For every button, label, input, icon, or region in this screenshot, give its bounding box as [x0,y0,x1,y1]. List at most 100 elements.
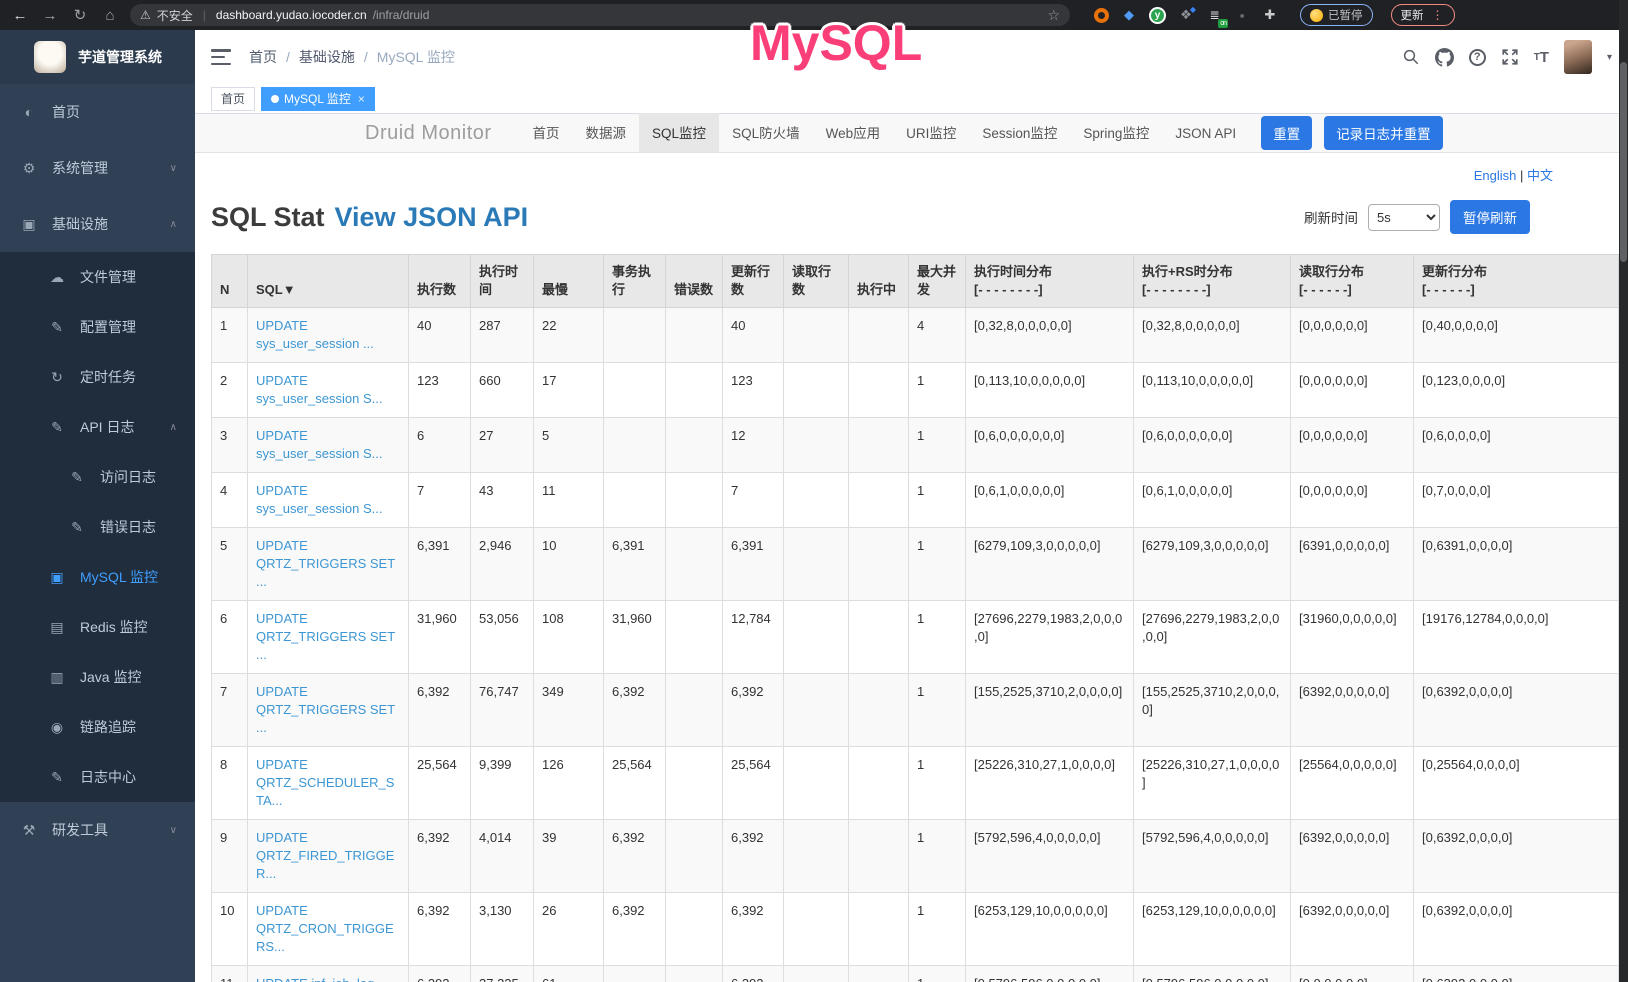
sql-link[interactable]: UPDATE QRTZ_TRIGGERS SET ... [256,611,395,662]
scrollbar-thumb[interactable] [1620,62,1627,262]
sidebar-item[interactable]: ⚒研发工具∨ [0,802,195,858]
druid-nav-item[interactable]: 数据源 [573,113,640,152]
pause-refresh-button[interactable]: 暂停刷新 [1450,200,1530,234]
chevron-down-icon[interactable]: ▾ [1607,52,1612,63]
sidebar-item[interactable]: ✎访问日志 [0,452,195,502]
log-and-reset-button[interactable]: 记录日志并重置 [1324,116,1443,150]
sidebar-item[interactable]: ✎API 日志∧ [0,402,195,452]
column-header[interactable]: 事务执行 [604,255,666,308]
column-header[interactable]: 执行+RS时分布[- - - - - - - -] [1134,255,1291,308]
sql-link[interactable]: UPDATE sys_user_session S... [256,428,382,461]
extension-icon[interactable]: ◆ [1121,7,1137,23]
column-header[interactable]: 最大并发 [909,255,966,308]
chrome-update-button[interactable]: 更新 ⋮ [1391,4,1455,26]
column-header[interactable]: 更新行数 [723,255,784,308]
github-icon[interactable] [1435,48,1454,67]
view-tag[interactable]: 首页 [211,87,255,111]
sql-link[interactable]: UPDATE QRTZ_SCHEDULER_STA... [256,757,394,808]
url-bar[interactable]: ⚠ 不安全 | dashboard.yudao.iocoder.cn/infra… [130,4,1070,26]
sidebar-item[interactable]: ✎错误日志 [0,502,195,552]
sidebar-item[interactable]: ☁文件管理 [0,252,195,302]
page-scrollbar[interactable] [1619,0,1628,982]
druid-nav-item[interactable]: Web应用 [813,113,894,152]
close-icon[interactable]: × [358,92,365,106]
sql-link[interactable]: UPDATE QRTZ_CRON_TRIGGERS... [256,903,394,954]
sql-link[interactable]: UPDATE sys_user_session S... [256,483,382,516]
druid-nav-item[interactable]: 首页 [520,113,573,152]
help-icon[interactable]: ? [1469,49,1486,66]
forward-icon[interactable]: → [40,7,60,24]
table-cell [849,528,909,601]
sql-link[interactable]: UPDATE QRTZ_TRIGGERS SET ... [256,538,395,589]
profile-paused-pill[interactable]: 已暂停 [1300,4,1373,26]
extension-icon[interactable]: ≣on [1206,7,1222,23]
view-json-api-link[interactable]: View JSON API [335,202,529,233]
sql-link[interactable]: UPDATE sys_user_session ... [256,318,374,351]
extension-icon[interactable] [1094,8,1109,23]
breadcrumb-item[interactable]: 首页 [249,47,277,67]
table-cell: 1 [909,363,966,418]
column-header[interactable]: 执行时间分布[- - - - - - - -] [966,255,1134,308]
column-header[interactable]: 最慢 [534,255,604,308]
view-tag[interactable]: MySQL 监控× [261,87,375,111]
sql-link[interactable]: UPDATE QRTZ_FIRED_TRIGGER... [256,830,394,881]
table-cell: 76,747 [471,674,534,747]
table-cell [604,473,666,528]
druid-nav-item[interactable]: JSON API [1162,114,1249,153]
table-cell: 660 [471,363,534,418]
druid-nav-item[interactable]: Session监控 [969,113,1070,152]
search-icon[interactable] [1402,48,1420,66]
sidebar-item[interactable]: ↻定时任务 [0,352,195,402]
sql-cell: UPDATE inf_job_log SET e... [248,966,409,982]
column-header[interactable]: 更新行分布[- - - - - -] [1414,255,1619,308]
table-cell [666,473,723,528]
table-cell: [31960,0,0,0,0,0] [1291,601,1414,674]
sidebar-item[interactable]: ⚙系统管理∨ [0,140,195,196]
home-icon[interactable]: ⌂ [100,7,120,24]
column-header[interactable]: 执行数 [409,255,471,308]
sidebar-item[interactable]: ◐首页 [0,84,195,140]
sidebar-item[interactable]: ✎日志中心 [0,752,195,802]
extension-icon[interactable]: ▪ [1234,7,1250,23]
druid-nav-item[interactable]: SQL监控 [639,113,719,152]
sql-link[interactable]: UPDATE sys_user_session S... [256,373,382,406]
sidebar-item[interactable]: ◉链路追踪 [0,702,195,752]
sidebar-item[interactable]: ▥Java 监控 [0,652,195,702]
druid-nav-item[interactable]: SQL防火墙 [719,113,813,152]
sidebar-item[interactable]: ✎配置管理 [0,302,195,352]
extensions-puzzle-icon[interactable]: ✚ [1262,7,1278,23]
extension-icon[interactable]: ❖◆ [1178,7,1194,23]
breadcrumb-item[interactable]: 基础设施 [299,47,355,67]
fullscreen-icon[interactable] [1501,48,1519,66]
column-header-range: [- - - - - - - -] [1142,281,1282,299]
column-header[interactable]: N [212,255,248,308]
refresh-interval-select[interactable]: 5s [1368,204,1440,231]
hamburger-icon[interactable] [211,49,231,65]
column-header[interactable]: 执行中 [849,255,909,308]
font-size-icon[interactable]: TT [1534,49,1549,66]
user-avatar[interactable] [1564,40,1592,74]
sql-link[interactable]: UPDATE inf_job_log SET e... [256,976,374,982]
column-header[interactable]: 错误数 [666,255,723,308]
reload-icon[interactable]: ↻ [70,6,90,24]
reset-button[interactable]: 重置 [1261,116,1312,150]
column-header[interactable]: 执行时间 [471,255,534,308]
bookmark-star-icon[interactable]: ☆ [1047,7,1060,24]
lang-english-link[interactable]: English [1474,168,1517,183]
sidebar-item[interactable]: ▤Redis 监控 [0,602,195,652]
column-header-label: 更新行分布 [1422,263,1610,281]
column-header[interactable]: 读取行分布[- - - - - -] [1291,255,1414,308]
column-header[interactable]: SQL▼ [248,255,409,308]
sidebar-item[interactable]: ▣基础设施∧ [0,196,195,252]
table-cell [849,601,909,674]
sidebar-item[interactable]: ▣MySQL 监控 [0,552,195,602]
table-cell: 43 [471,473,534,528]
sql-link[interactable]: UPDATE QRTZ_TRIGGERS SET ... [256,684,395,735]
back-icon[interactable]: ← [10,7,30,24]
extension-icon[interactable]: y [1149,7,1166,24]
column-header[interactable]: 读取行数 [784,255,849,308]
lang-chinese-link[interactable]: 中文 [1527,168,1553,183]
druid-nav-item[interactable]: URI监控 [893,113,969,152]
druid-nav-item[interactable]: Spring监控 [1070,113,1162,152]
browser-menu-icon[interactable]: ⋮ [1432,8,1445,22]
